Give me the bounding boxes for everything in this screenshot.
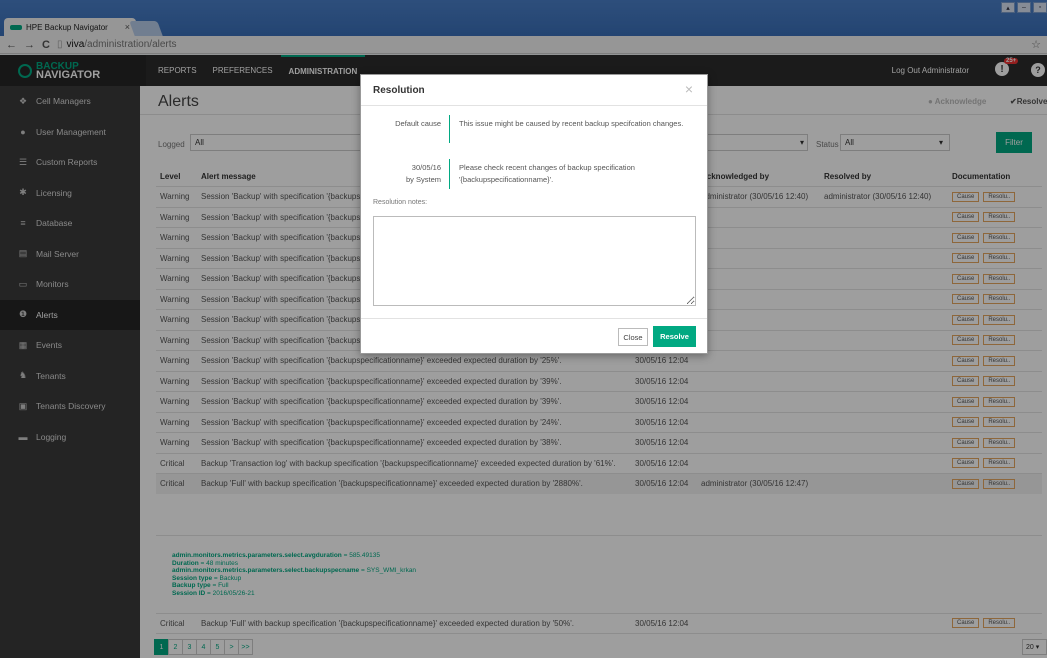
dialog-footer-divider (361, 318, 707, 319)
notes-label: Resolution notes: (373, 199, 428, 206)
resolution-author: by System (405, 175, 441, 184)
resolution-dialog: Resolution × Default cause This issue mi… (360, 74, 708, 354)
resolution-date: 30/05/16 (411, 163, 441, 172)
dialog-title: Resolution (373, 85, 425, 96)
default-cause-label: Default cause (395, 119, 441, 128)
resolution-text-2: '{backupspecificationname}'. (459, 175, 554, 184)
resolution-text-1: Please check recent changes of backup sp… (459, 163, 635, 172)
close-button[interactable]: Close (618, 328, 648, 346)
cause-divider (449, 115, 450, 143)
resolution-notes-field[interactable] (373, 216, 696, 306)
resolution-divider (449, 159, 450, 189)
dialog-divider (361, 105, 707, 106)
close-icon[interactable]: × (685, 81, 693, 97)
default-cause-text: This issue might be caused by recent bac… (459, 119, 684, 128)
resolve-button[interactable]: Resolve (653, 326, 696, 347)
